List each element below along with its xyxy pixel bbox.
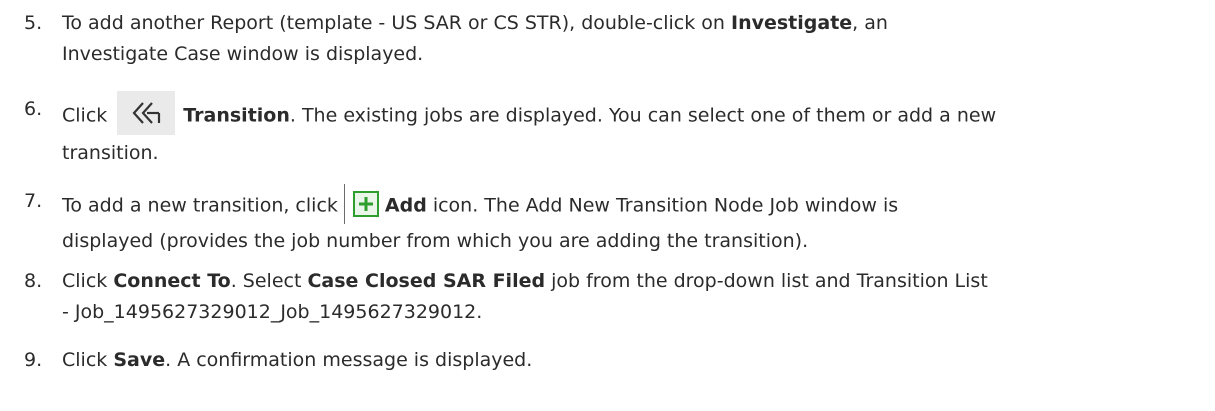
text-segment: job from the drop-down list and Transiti… [545, 270, 988, 292]
plus-box-icon [352, 191, 379, 217]
step-number: 5. [24, 12, 43, 34]
step-text: To add another Report (template - US SAR… [62, 8, 1204, 70]
step-text: Click Transition. The existing jobs are d… [62, 91, 1204, 169]
step-line: To add another Report (template - US SAR… [62, 8, 1204, 39]
step-number: 9. [24, 349, 43, 371]
text-segment: Click [62, 104, 108, 127]
step-line: displayed (provides the job number from … [62, 230, 809, 252]
add-label: Add [384, 194, 427, 217]
step-number: 6. [24, 98, 43, 120]
text-segment: , an [852, 12, 888, 34]
text-segment: Click [62, 349, 114, 371]
connect-to-label: Connect To [113, 270, 231, 292]
text-segment: To add a new transition, click [62, 194, 338, 217]
step-text: Click Save. A confirmation message is di… [62, 345, 1204, 376]
step-line: Click Connect To. Select Case Closed SAR… [62, 266, 1204, 297]
text-segment: To add another Report (template - US SAR… [62, 12, 731, 34]
transition-label: Transition [183, 104, 290, 127]
step-number: 8. [24, 270, 43, 292]
instruction-steps: 5. To add another Report (template - US … [0, 0, 1215, 411]
divider [343, 184, 345, 224]
save-label: Save [113, 349, 166, 371]
step-line: Click Save. A confirmation message is di… [62, 345, 1204, 376]
text-segment: . A confirmation message is displayed. [165, 349, 533, 371]
step-line: transition. [62, 142, 159, 164]
text-segment: Click [62, 270, 114, 292]
double-chevron-left-icon [117, 91, 176, 135]
step-text: To add a new transition, click Add icon. … [62, 184, 1204, 257]
step-line: - Job_1495627329012_Job_1495627329012. [62, 301, 483, 323]
text-segment: . Select [230, 270, 308, 292]
step-line: To add a new transition, click Add icon. … [62, 184, 1204, 226]
investigate-label: Investigate [731, 12, 853, 34]
step-line: Investigate Case window is displayed. [62, 43, 424, 65]
case-closed-label: Case Closed SAR Filed [307, 270, 546, 292]
step-line: Click Transition. The existing jobs are d… [62, 91, 1204, 138]
step-number: 7. [24, 190, 43, 212]
text-segment: icon. The Add New Transition Node Job wi… [426, 194, 899, 217]
step-text: Click Connect To. Select Case Closed SAR… [62, 266, 1204, 328]
text-segment: . The existing jobs are displayed. You c… [289, 104, 997, 127]
